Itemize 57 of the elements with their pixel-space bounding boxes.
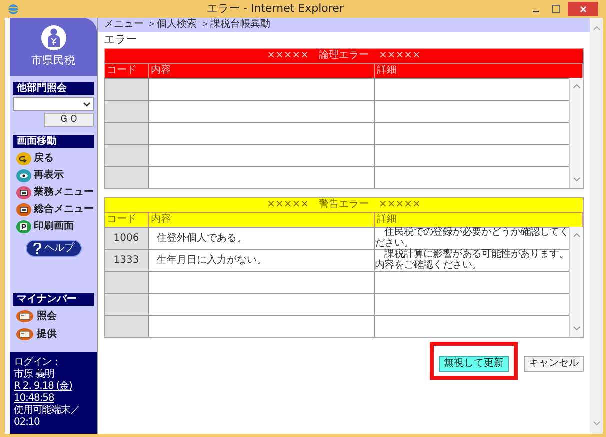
scrollbar[interactable]	[569, 78, 583, 188]
column-header: コード	[105, 213, 149, 227]
nav-link[interactable]: 印刷画面	[34, 219, 74, 234]
scroll-down-icon[interactable]	[572, 326, 580, 331]
browser-icon	[8, 4, 19, 14]
section-title: マイナンバー	[13, 293, 94, 306]
scroll-up-icon[interactable]	[572, 233, 580, 238]
maximize-icon[interactable]	[552, 5, 560, 13]
scroll-up-icon[interactable]	[572, 84, 580, 89]
dropdown-caret-icon[interactable]	[83, 102, 91, 106]
logo-text: 市県民税	[32, 52, 76, 69]
card-icon	[16, 310, 34, 323]
breadcrumb: メニュー ＞個人検索 ＞課税台帳異動	[98, 18, 590, 32]
scroll-up-icon[interactable]	[592, 26, 600, 31]
print-icon	[16, 220, 32, 234]
nav-link[interactable]: 再表示	[34, 168, 64, 183]
column-header: 内容	[149, 213, 375, 227]
column-header: コード	[105, 64, 149, 78]
window-icon	[16, 186, 32, 200]
nav-link[interactable]: 戻る	[34, 151, 54, 166]
login-text: 市原 義明	[14, 369, 56, 381]
go-button[interactable]: ＧＯ	[44, 113, 94, 127]
cancel-button[interactable]: キャンセル	[524, 356, 584, 372]
detail-cell: 課税計算に影響がある可能性があります。内容をご確認ください。	[375, 250, 569, 271]
nav-link[interactable]: 業務メニュー	[34, 185, 94, 200]
section-title: 他部門照会	[13, 82, 94, 95]
update-button[interactable]: 無視して更新	[439, 356, 509, 372]
window-icon	[16, 202, 32, 216]
page-scrollbar[interactable]	[590, 18, 603, 434]
card-icon	[16, 328, 34, 341]
page-title: エラー	[103, 32, 138, 48]
code-cell: 1333	[105, 250, 149, 271]
scrollbar[interactable]	[569, 227, 583, 337]
question-mark-icon	[32, 242, 42, 254]
scroll-down-icon[interactable]	[572, 177, 580, 182]
login-text: R 2. 9.18 (金) 10:48:58	[14, 381, 74, 404]
help-button[interactable]: ヘルプ	[26, 240, 82, 257]
detail-cell-text: 住民税での登録が必要かどうか確認してください。	[375, 228, 569, 248]
login-text: ログイン：	[14, 357, 62, 368]
window-title: エラー - Internet Explorer	[206, 0, 345, 17]
nav-link[interactable]: 総合メニュー	[34, 202, 94, 217]
return-icon	[16, 152, 32, 166]
column-header: 内容	[149, 64, 375, 78]
close-icon[interactable]	[580, 6, 586, 12]
my-number-link[interactable]: 提供	[37, 327, 57, 342]
table-title: ××××× 警告エラー ×××××	[105, 198, 583, 212]
section-title: 画面移動	[13, 135, 94, 148]
taxpayer-logo-icon	[40, 24, 66, 51]
content-cell: 住登外個人である。	[149, 228, 375, 249]
code-cell: 1006	[105, 228, 149, 249]
content-cell: 生年月日に入力がない。	[149, 250, 375, 271]
eye-icon	[16, 168, 32, 182]
scroll-down-icon[interactable]	[592, 421, 600, 426]
table-title: ××××× 論理エラー ×××××	[105, 49, 583, 63]
close-button[interactable]	[568, 2, 598, 16]
login-text: 使用可能端末／ 02:10	[14, 405, 81, 429]
my-number-link[interactable]: 照会	[37, 309, 57, 324]
